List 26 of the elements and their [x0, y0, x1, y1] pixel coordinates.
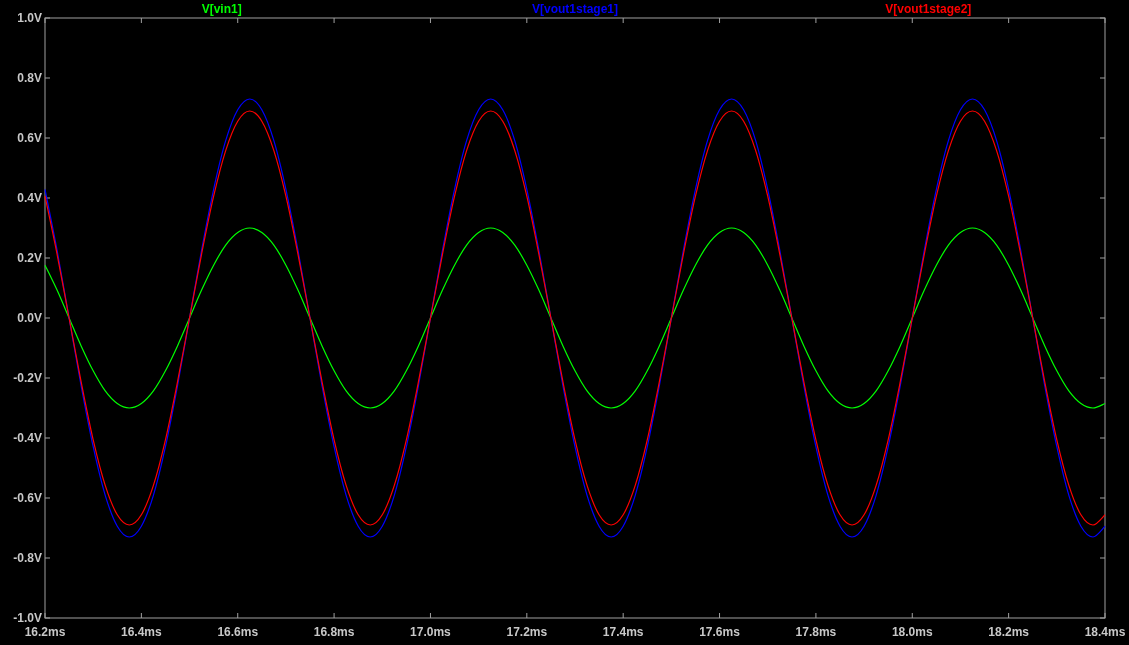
axis-tick-label: 16.6ms — [217, 625, 259, 639]
axis-tick-label: -0.2V — [13, 371, 42, 385]
axis-tick-label: -0.8V — [13, 551, 42, 565]
axis-tick-label: 17.4ms — [602, 625, 644, 639]
axis-tick-label: 17.2ms — [506, 625, 548, 639]
axis-tick-label: 18.4ms — [1084, 625, 1126, 639]
axis-tick-label: 0.6V — [17, 131, 42, 145]
axis-tick-label: 18.0ms — [891, 625, 933, 639]
axis-tick-label: 0.2V — [17, 251, 42, 265]
axis-tick-label: 16.8ms — [313, 625, 355, 639]
trace-label: V[vin1] — [201, 2, 242, 16]
axis-tick-label: 0.0V — [17, 311, 42, 325]
axis-tick-label: 17.0ms — [410, 625, 451, 639]
axis-tick-label: -0.4V — [13, 431, 42, 445]
axis-tick-label: 17.8ms — [795, 625, 837, 639]
axis-tick-label: -1.0V — [13, 611, 42, 625]
axis-tick-label: 18.2ms — [988, 625, 1029, 639]
axis-tick-label: 16.2ms — [24, 625, 66, 639]
trace-label: V[vout1stage2] — [885, 2, 972, 16]
axis-tick-label: 0.8V — [17, 71, 42, 85]
axis-tick-label: 17.6ms — [699, 625, 740, 639]
axis-tick-label: 16.4ms — [121, 625, 162, 639]
trace-label: V[vout1stage1] — [532, 2, 618, 16]
axis-tick-label: 1.0V — [17, 11, 42, 25]
axis-tick-label: -0.6V — [13, 491, 42, 505]
axis-tick-label: 0.4V — [17, 191, 42, 205]
